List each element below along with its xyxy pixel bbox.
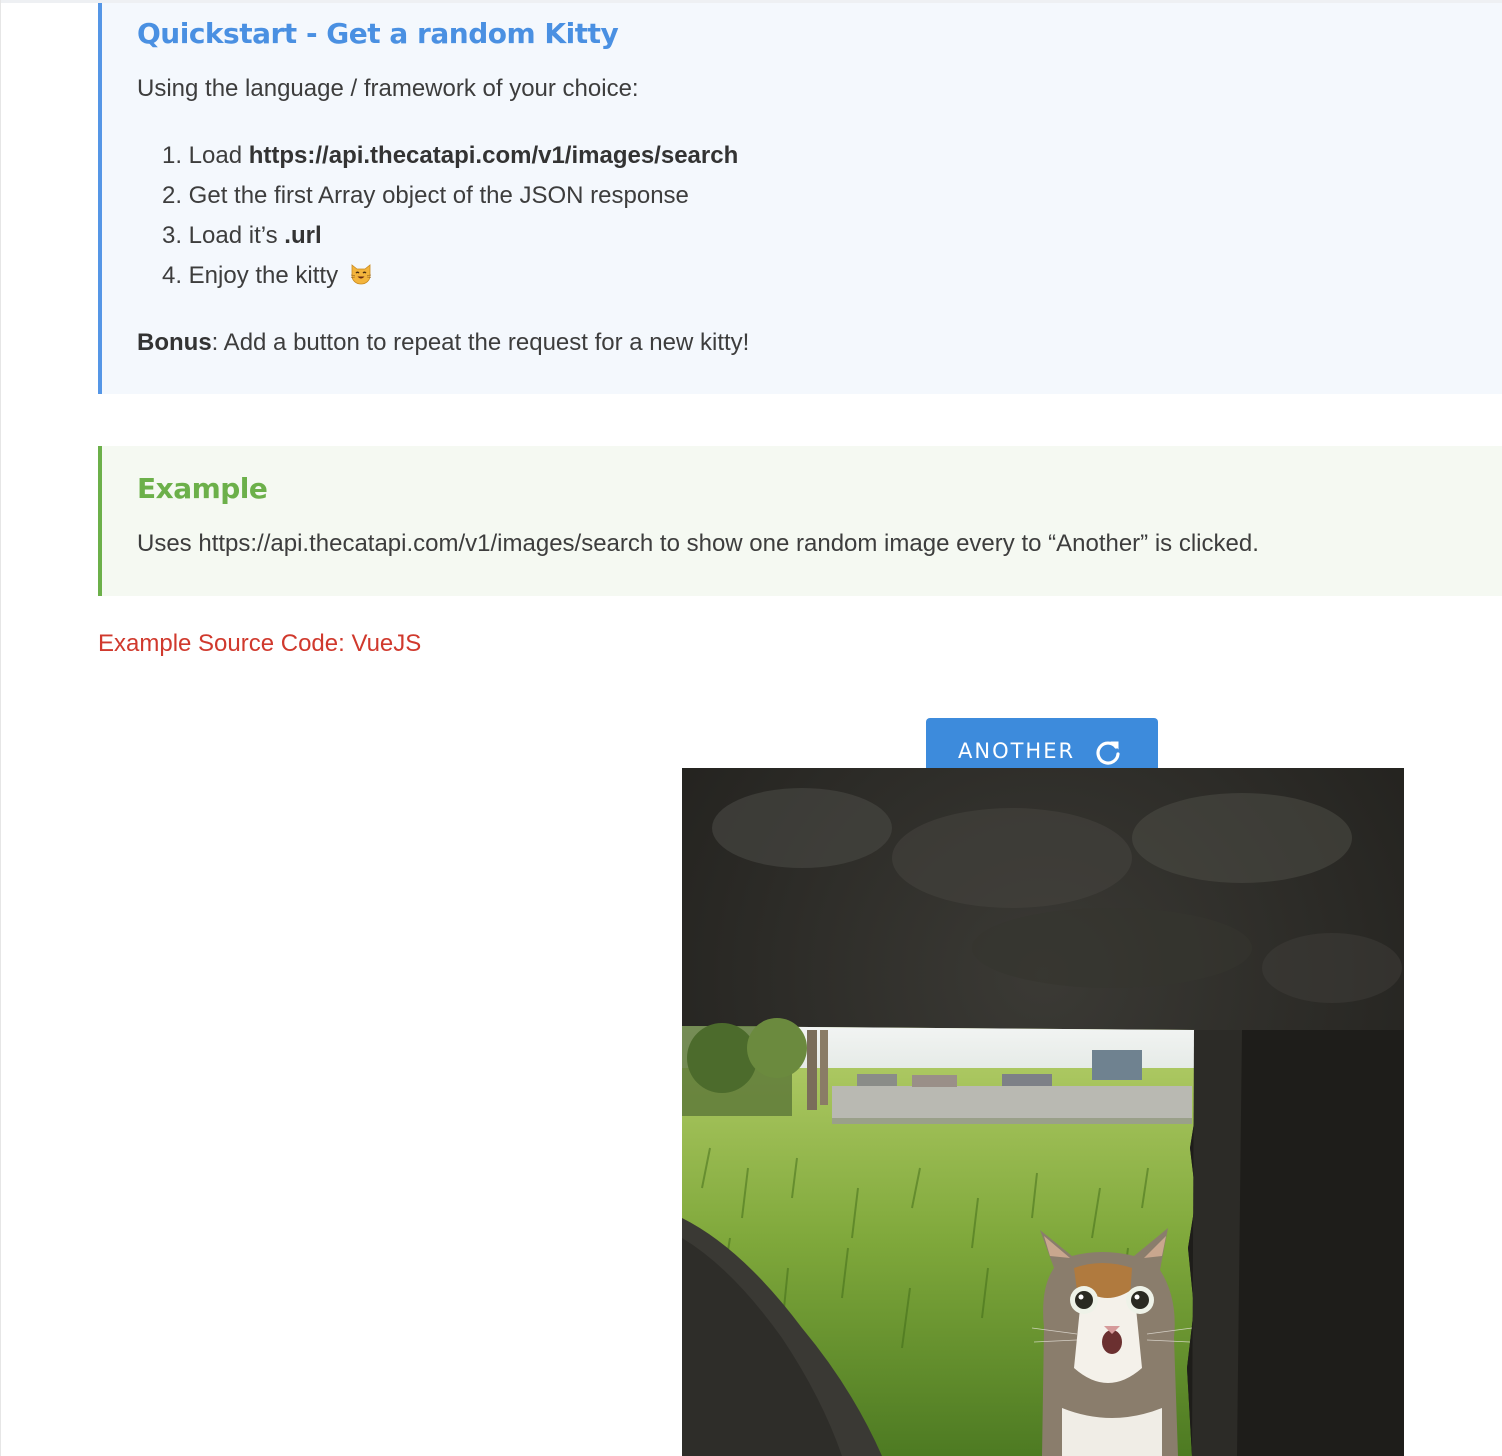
step-text: Load	[188, 142, 249, 169]
step-item: 4. Enjoy the kitty	[137, 259, 738, 299]
step-item: 1. Load https://api.thecatapi.com/v1/ima…	[137, 139, 738, 179]
step-text: Load it’s	[188, 222, 285, 249]
step-number: 1.	[161, 142, 182, 169]
random-cat-image	[682, 768, 1404, 1456]
refresh-icon	[1096, 741, 1120, 765]
example-description: Uses https://api.thecatapi.com/v1/images…	[137, 530, 1259, 557]
another-button-label: ANOTHER	[958, 739, 1076, 763]
quickstart-intro: Using the language / framework of your c…	[137, 75, 639, 102]
bonus-label: Bonus	[137, 329, 212, 356]
bonus-description: : Add a button to repeat the request for…	[211, 329, 750, 356]
left-border	[0, 0, 1, 1456]
example-title: Example	[137, 472, 268, 505]
smiling-cat-emoji-icon	[350, 264, 371, 285]
example-callout: Example Uses https://api.thecatapi.com/v…	[98, 446, 1502, 596]
step-text: Enjoy the kitty	[188, 262, 339, 289]
step-item: 3. Load it’s .url	[137, 219, 738, 259]
step-url: https://api.thecatapi.com/v1/images/sear…	[248, 142, 739, 169]
step-text: Get the first Array object of the JSON r…	[188, 182, 689, 209]
quickstart-callout: Quickstart - Get a random Kitty Using th…	[98, 3, 1502, 394]
step-number: 4.	[161, 262, 182, 289]
step-number: 3.	[161, 222, 182, 249]
steps-list: 1. Load https://api.thecatapi.com/v1/ima…	[137, 139, 738, 299]
quickstart-title: Quickstart - Get a random Kitty	[137, 17, 619, 50]
step-code: .url	[284, 222, 322, 249]
step-number: 2.	[161, 182, 182, 209]
step-item: 2. Get the first Array object of the JSO…	[137, 179, 738, 219]
bonus-text: Bonus: Add a button to repeat the reques…	[137, 329, 749, 357]
example-source-link[interactable]: Example Source Code: VueJS	[98, 630, 421, 658]
